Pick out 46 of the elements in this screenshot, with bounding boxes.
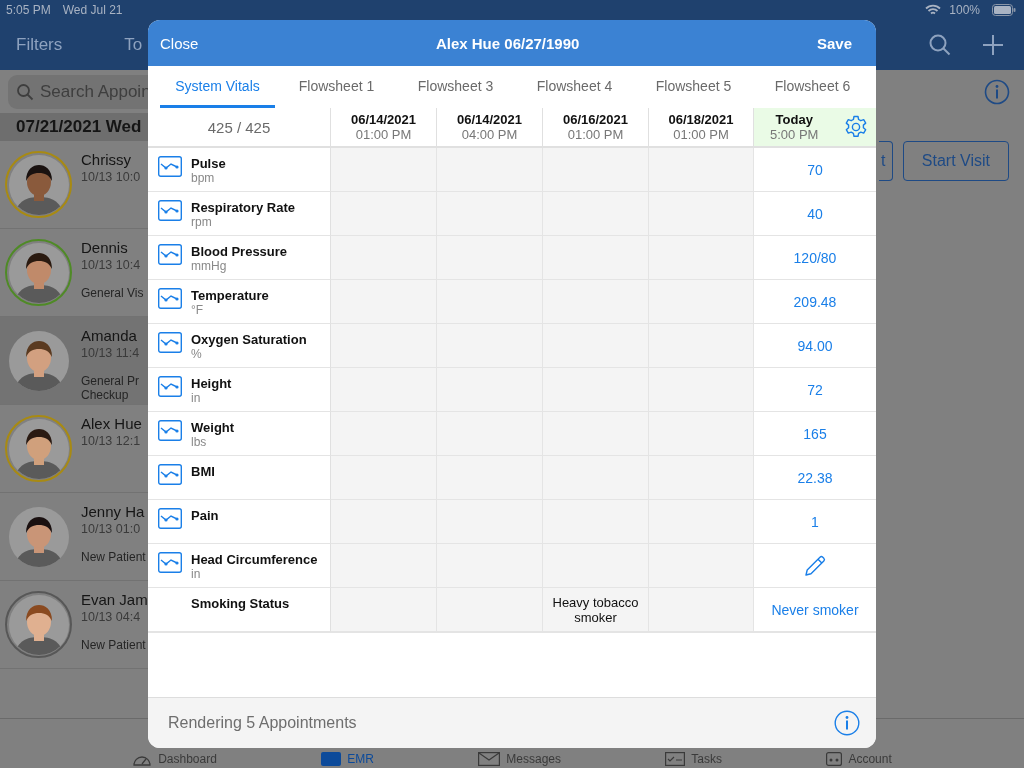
vital-unit: rpm — [191, 215, 213, 229]
visit-type: New Patient — [81, 638, 147, 652]
battery-percent: 100% — [949, 3, 980, 17]
visit-type: Checkup — [81, 388, 130, 402]
patient-name: Jenny Ha — [81, 503, 146, 520]
status-time: 5:05 PM — [6, 3, 51, 17]
vital-name: Smoking Status — [191, 596, 290, 611]
vital-unit: lbs — [191, 435, 208, 449]
vital-name: Pulse — [191, 156, 226, 171]
today-label: Today — [775, 112, 813, 127]
vital-name: Weight — [191, 420, 235, 435]
vital-unit: in — [191, 391, 202, 405]
appointment-time: 10/13 01:0 — [81, 522, 142, 536]
appointment-time: 10/13 04:4 — [81, 610, 142, 624]
table-cell: Heavy tobacco smoker — [543, 588, 649, 632]
appointment-time: 10/13 10:4 — [81, 258, 142, 272]
vital-name: Oxygen Saturation — [191, 332, 307, 347]
visit-type: General Pr — [81, 374, 140, 388]
vital-name: Respiratory Rate — [191, 200, 296, 215]
record-count: 425 / 425 — [207, 118, 271, 136]
today-time: 5:00 PM — [770, 127, 819, 142]
vital-name: Temperature — [191, 288, 269, 303]
vital-unit: in — [191, 567, 202, 581]
vital-name: BMI — [191, 464, 215, 479]
footer-status: Rendering 5 Appointments — [168, 714, 357, 732]
patient-name: Amanda — [81, 327, 138, 344]
patient-name: Dennis — [81, 239, 129, 256]
vital-name: Pain — [191, 508, 219, 523]
nav-title: To — [124, 35, 143, 55]
status-date: Wed Jul 21 — [62, 3, 123, 17]
patient-name: Evan Jam — [81, 591, 148, 608]
vital-unit: °F — [191, 303, 205, 317]
vital-name: Head Circumference — [191, 552, 318, 567]
vital-unit: mmHg — [191, 259, 228, 273]
vital-name: Blood Pressure — [191, 244, 288, 259]
visit-type: General Vis — [81, 286, 144, 300]
patient-name: Chrissy — [81, 151, 132, 168]
dialog-title: Alex Hue 06/27/1990 — [435, 34, 580, 52]
visit-type: New Patient — [81, 550, 146, 564]
vital-name: Height — [191, 376, 232, 391]
appointment-time: 10/13 12:1 — [81, 434, 142, 448]
appointment-time: 10/13 11:4 — [81, 346, 140, 360]
patient-name: Alex Hue — [81, 415, 142, 432]
appointment-time: 10/13 10:0 — [81, 170, 141, 184]
vital-unit: bpm — [191, 171, 216, 185]
vital-unit: % — [191, 347, 203, 361]
